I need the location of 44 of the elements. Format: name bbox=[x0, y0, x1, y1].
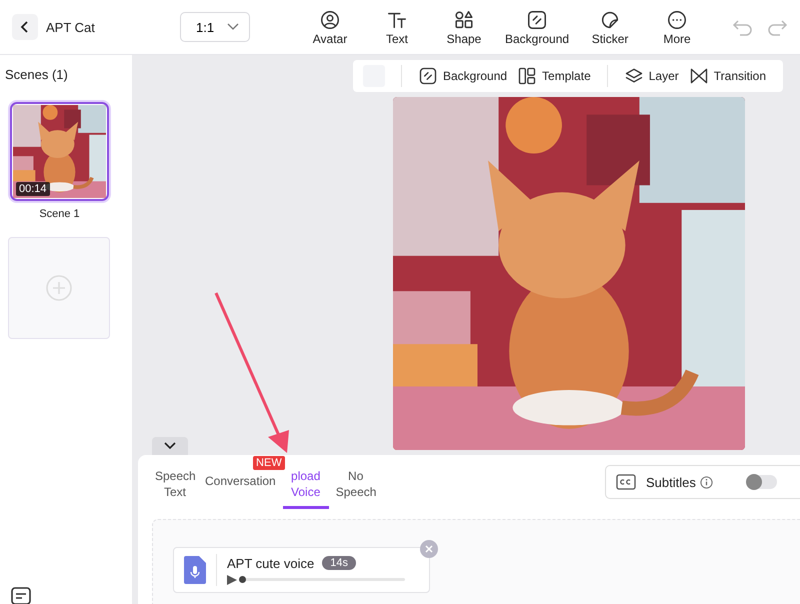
background-icon bbox=[418, 66, 438, 86]
closed-captions-icon bbox=[616, 474, 636, 490]
new-badge: NEW bbox=[253, 456, 285, 470]
template-icon bbox=[517, 66, 538, 86]
speech-tab[interactable]: No Speech bbox=[332, 465, 379, 509]
background-tool-button[interactable]: Background bbox=[501, 6, 574, 48]
collapse-button[interactable] bbox=[152, 437, 188, 455]
chevron-down-icon bbox=[164, 442, 176, 450]
back-button[interactable] bbox=[12, 14, 38, 40]
more-tool-button[interactable]: More bbox=[647, 6, 708, 48]
background-icon bbox=[526, 8, 548, 30]
chevron-down-icon bbox=[227, 23, 239, 31]
background-button[interactable]: Background bbox=[418, 66, 508, 86]
transition-icon bbox=[688, 66, 709, 86]
voice-name: APT cute voice bbox=[227, 556, 314, 570]
scene-label: Scene 1 bbox=[39, 208, 80, 220]
feedback-icon[interactable] bbox=[10, 586, 32, 604]
text-tool-button[interactable]: Text bbox=[367, 6, 427, 48]
duration-label: 00:14 bbox=[16, 182, 50, 196]
transition-button[interactable]: Transition bbox=[688, 66, 766, 86]
subtitles-label: Subtitles bbox=[646, 474, 696, 490]
speech-tab[interactable]: pload Voice bbox=[282, 465, 329, 509]
sticker-tool-button[interactable]: Sticker bbox=[580, 6, 640, 48]
plus-circle-icon bbox=[45, 274, 73, 302]
shape-tool-button[interactable]: Shape bbox=[434, 6, 494, 48]
scenes-heading: Scenes (1) bbox=[5, 67, 69, 82]
avatar-icon bbox=[319, 8, 341, 30]
duration-badge: 14s bbox=[322, 556, 356, 570]
avatar-tool-button[interactable]: Avatar bbox=[300, 6, 360, 48]
aspect-ratio-select[interactable]: 1:1 bbox=[180, 12, 250, 42]
close-icon bbox=[425, 545, 433, 553]
more-icon bbox=[666, 8, 688, 30]
speech-tab[interactable]: Speech Text bbox=[152, 465, 198, 509]
info-icon[interactable] bbox=[700, 476, 713, 488]
progress-thumb[interactable] bbox=[239, 576, 246, 583]
play-icon[interactable] bbox=[227, 574, 237, 584]
layer-button[interactable]: Layer bbox=[624, 66, 679, 86]
scene-thumbnail[interactable]: 00:14 bbox=[10, 102, 109, 201]
template-button[interactable]: Template bbox=[517, 66, 591, 86]
audio-file-icon bbox=[184, 556, 206, 584]
shapes-icon bbox=[453, 8, 475, 30]
chevron-left-icon bbox=[20, 20, 30, 34]
project-title: APT Cat bbox=[46, 20, 96, 34]
subtitles-toggle[interactable] bbox=[746, 475, 777, 489]
